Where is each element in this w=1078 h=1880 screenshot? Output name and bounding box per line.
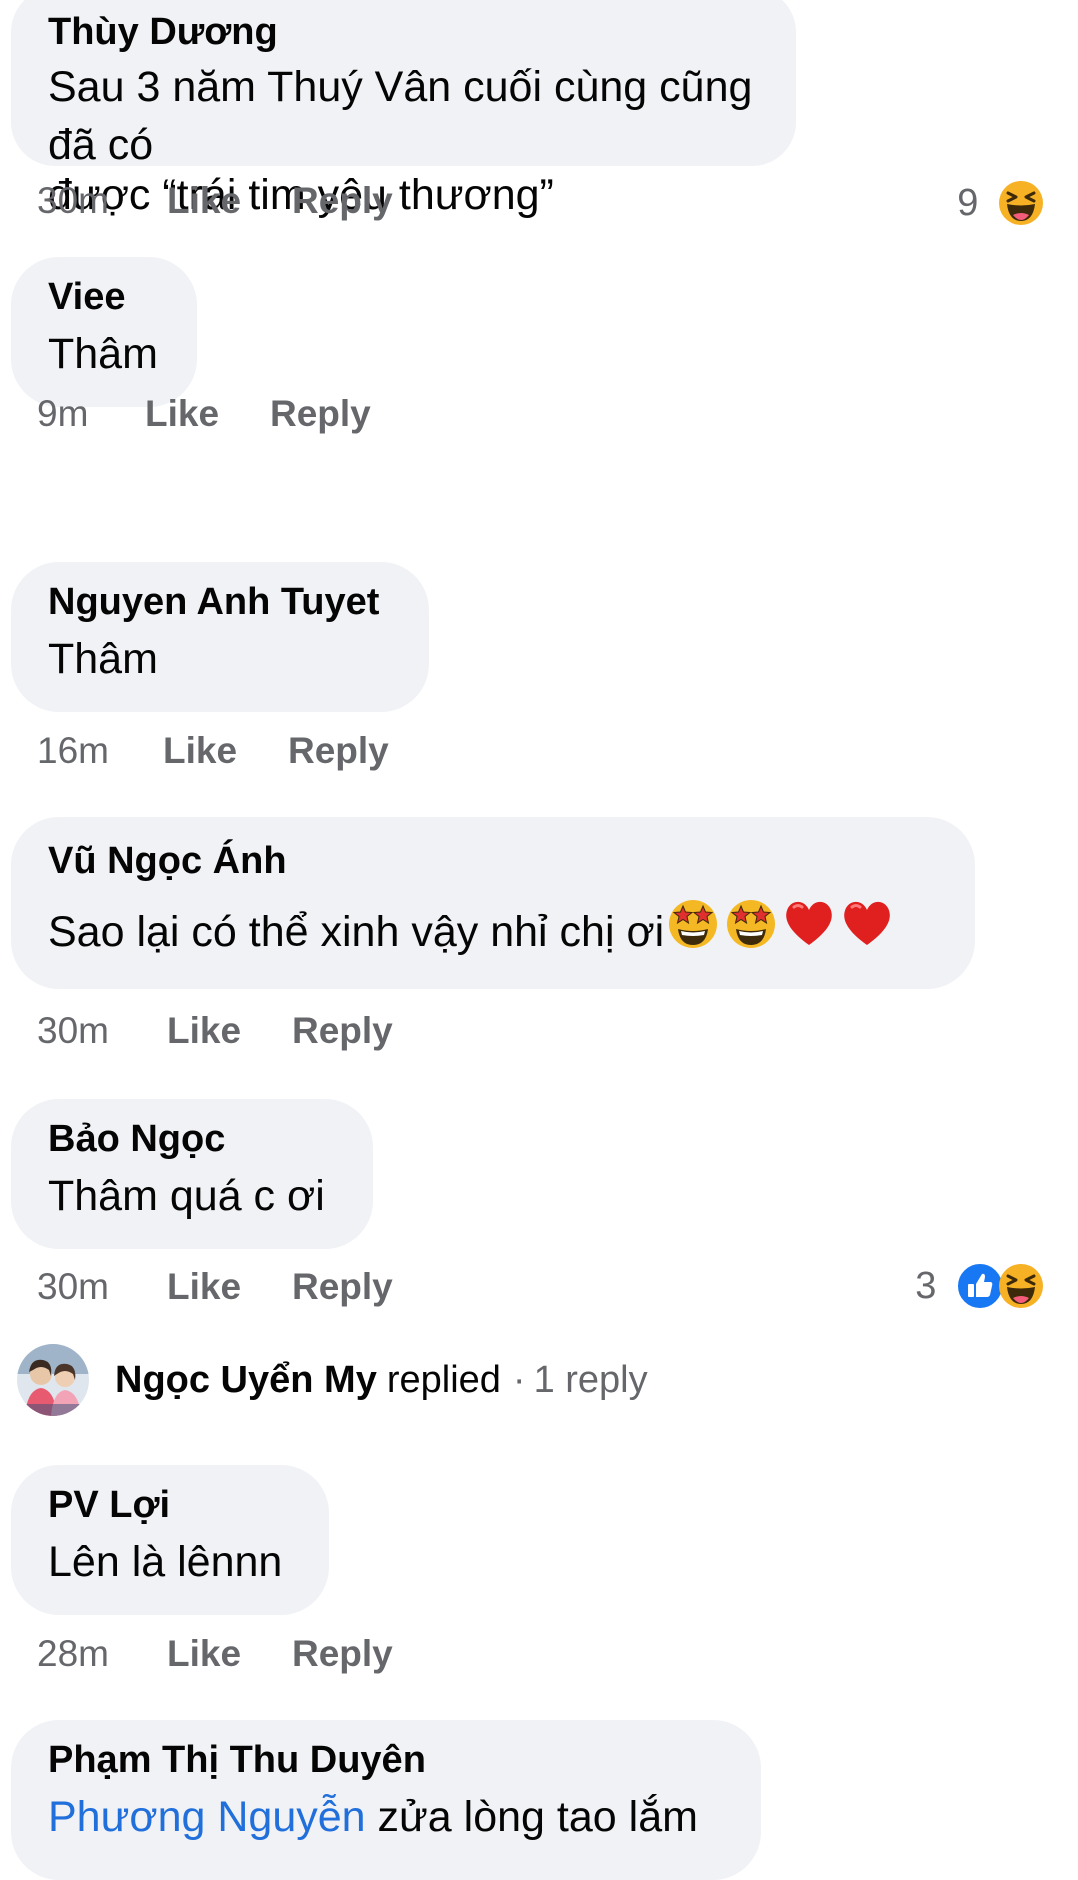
comment-author[interactable]: Bảo Ngọc	[48, 1117, 336, 1161]
like-button[interactable]: Like	[167, 176, 292, 226]
comment-2: Viee Thâm	[11, 257, 197, 407]
reply-button[interactable]: Reply	[270, 389, 371, 439]
comment-bubble[interactable]: Vũ Ngọc Ánh Sao lại có thể xinh vậy nhỉ …	[11, 817, 975, 989]
star-struck-icon	[727, 900, 776, 949]
comment-text: Sao lại có thể xinh vậy nhỉ chị ơi	[48, 900, 938, 966]
like-button[interactable]: Like	[145, 389, 270, 439]
avatar	[17, 1344, 89, 1416]
comment-time[interactable]: 16m	[37, 726, 163, 776]
comment-4: Vũ Ngọc Ánh Sao lại có thể xinh vậy nhỉ …	[11, 817, 975, 989]
like-button[interactable]: Like	[167, 1262, 292, 1312]
star-struck-icon	[669, 900, 718, 949]
reply-button[interactable]: Reply	[292, 176, 393, 226]
like-button[interactable]: Like	[163, 726, 288, 776]
comment-6: PV Lợi Lên là lênnn	[11, 1465, 329, 1615]
reply-button[interactable]: Reply	[292, 1006, 393, 1056]
comment-actions: 28m Like Reply	[37, 1629, 393, 1679]
heart-icon	[844, 901, 890, 946]
like-button[interactable]: Like	[167, 1006, 292, 1056]
reaction-count: 3	[915, 1264, 937, 1307]
comment-author[interactable]: PV Lợi	[48, 1483, 292, 1527]
reply-action: replied	[386, 1358, 501, 1401]
comment-text-content: Sao lại có thể xinh vậy nhỉ chị ơi	[48, 908, 665, 956]
comment-7: Phạm Thị Thu Duyên Phương Nguyễn zửa lòn…	[11, 1720, 761, 1880]
reply-author[interactable]: Ngọc Uyển My	[115, 1359, 377, 1402]
comment-author[interactable]: Thùy Dương	[48, 10, 759, 54]
haha-icon	[999, 180, 1043, 225]
comment-bubble[interactable]: PV Lợi Lên là lênnn	[11, 1465, 329, 1615]
reply-button[interactable]: Reply	[288, 726, 389, 776]
comment-author[interactable]: Viee	[48, 275, 160, 319]
comment-time[interactable]: 28m	[37, 1629, 167, 1679]
reply-button[interactable]: Reply	[292, 1629, 393, 1679]
view-replies-link[interactable]: Ngọc Uyển My replied · 1 reply	[17, 1344, 648, 1416]
haha-icon	[999, 1263, 1043, 1308]
comment-text: Thâm	[48, 330, 158, 378]
comment-bubble[interactable]: Phạm Thị Thu Duyên Phương Nguyễn zửa lòn…	[11, 1720, 761, 1880]
comment-actions: 30m Like Reply	[37, 1262, 393, 1312]
comment-text: Lên là lênnn	[48, 1538, 283, 1586]
comment-5: Bảo Ngọc Thâm quá c ơi	[11, 1099, 373, 1249]
like-button[interactable]: Like	[167, 1629, 292, 1679]
comment-time[interactable]: 30m	[37, 1006, 167, 1056]
reaction-summary[interactable]: 9	[957, 176, 1045, 226]
comment-actions: 16m Like Reply	[37, 726, 389, 776]
comment-time[interactable]: 9m	[37, 389, 145, 439]
comment-text: Phương Nguyễn zửa lòng tao lắm	[48, 1788, 724, 1846]
comment-actions: 9m Like Reply	[37, 389, 371, 439]
comment-actions: 30m Like Reply	[37, 176, 393, 226]
comment-text-line-1: Sau 3 năm Thuý Vân cuối cùng cũng đã có	[48, 63, 753, 169]
mention-link[interactable]: Phương Nguyễn	[48, 1793, 366, 1841]
comment-bubble[interactable]: Thùy Dương Sau 3 năm Thuý Vân cuối cùng …	[11, 0, 796, 219]
comment-time[interactable]: 30m	[37, 1262, 167, 1312]
comment-text: Thâm	[48, 635, 158, 683]
comment-time[interactable]: 30m	[37, 176, 167, 226]
reply-count[interactable]: 1 reply	[534, 1359, 648, 1402]
emoji-group	[664, 893, 896, 966]
separator: ·	[512, 1358, 526, 1401]
comment-text: Thâm quá c ơi	[48, 1172, 325, 1220]
comment-bubble[interactable]: Viee Thâm	[11, 257, 197, 407]
comment-bubble[interactable]: Bảo Ngọc Thâm quá c ơi	[11, 1099, 373, 1249]
comment-author[interactable]: Vũ Ngọc Ánh	[48, 839, 938, 883]
reply-button[interactable]: Reply	[292, 1262, 393, 1312]
heart-icon	[786, 901, 832, 946]
comment-actions: 30m Like Reply	[37, 1006, 393, 1056]
comment-3: Nguyen Anh Tuyet Thâm	[11, 562, 429, 712]
comment-author[interactable]: Nguyen Anh Tuyet	[48, 580, 392, 624]
comment-author[interactable]: Phạm Thị Thu Duyên	[48, 1738, 724, 1782]
reaction-count: 9	[957, 181, 979, 224]
comment-bubble[interactable]: Nguyen Anh Tuyet Thâm	[11, 562, 429, 712]
comment-text-content: zửa lòng tao lắm	[365, 1793, 698, 1841]
reaction-summary[interactable]: 3	[915, 1259, 1045, 1310]
